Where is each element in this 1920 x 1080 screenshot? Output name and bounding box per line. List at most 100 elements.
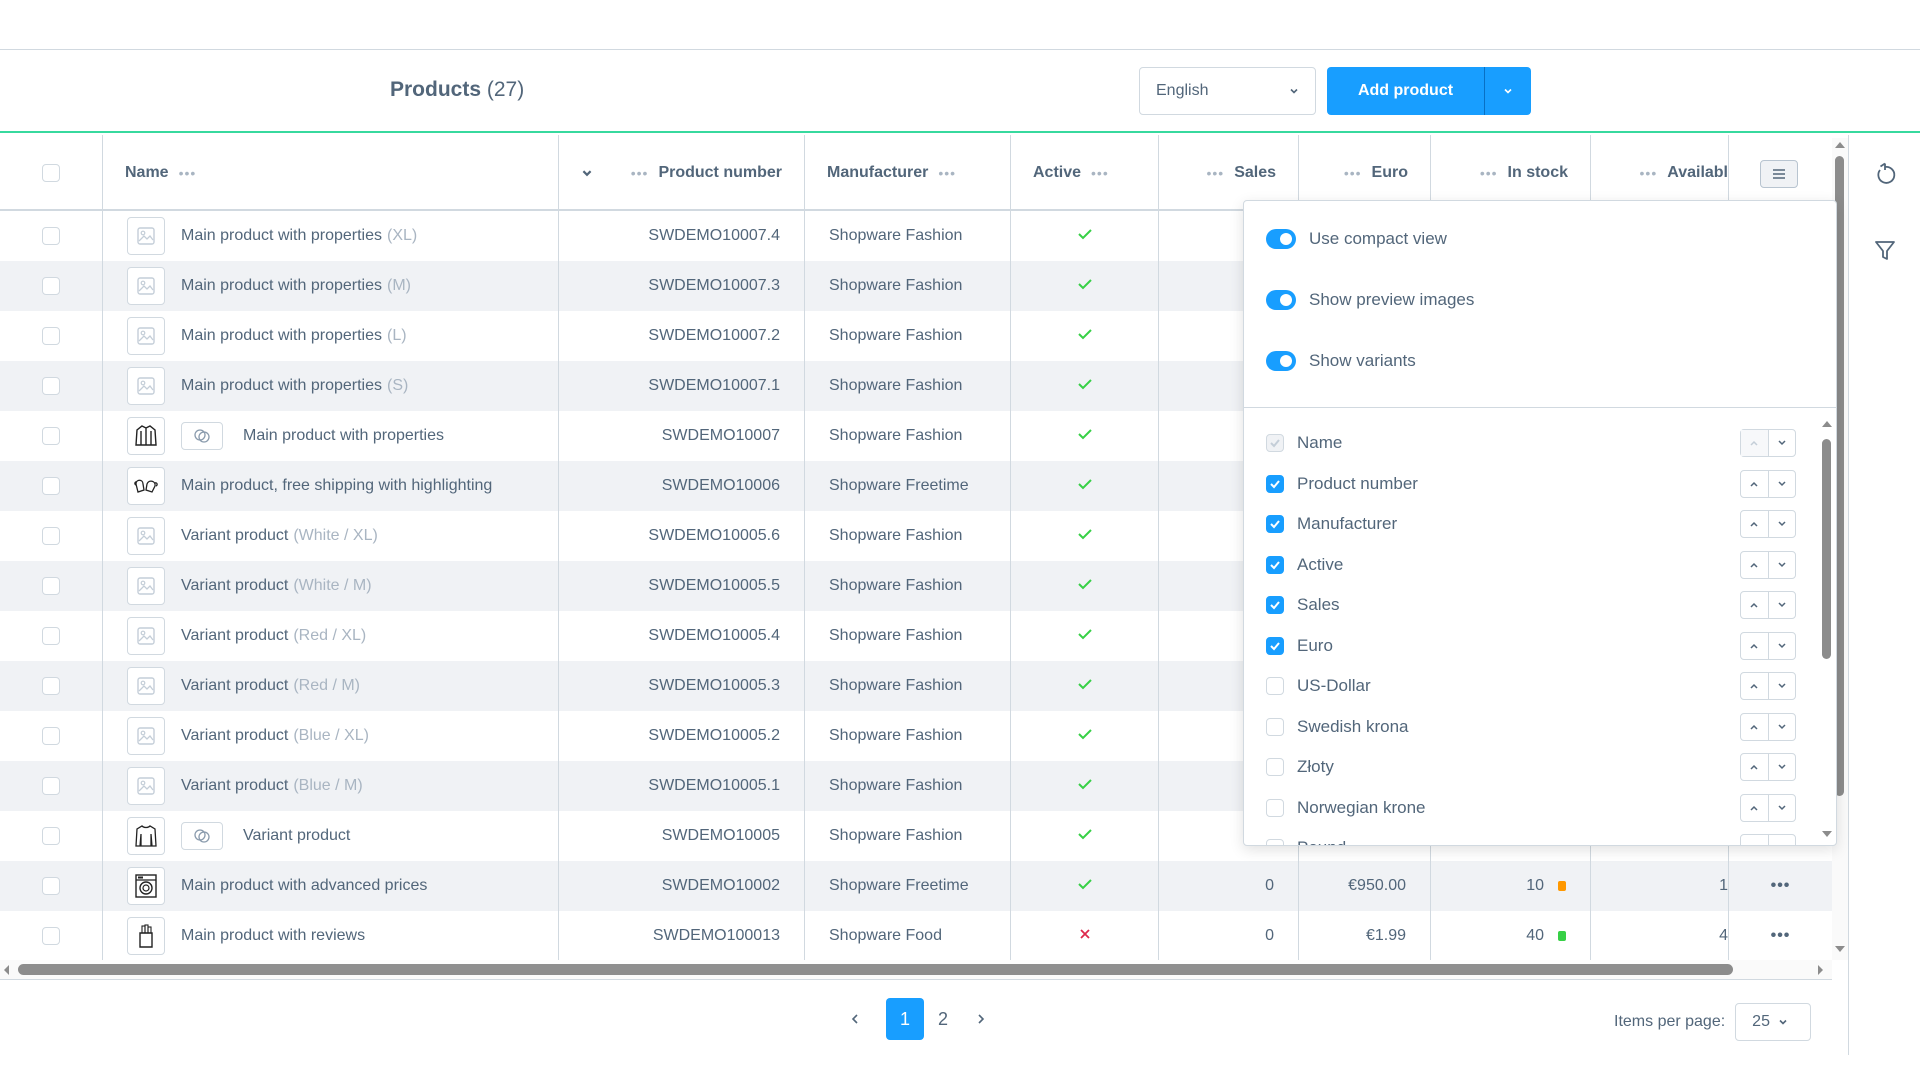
move-column-down-button[interactable] [1767,754,1796,780]
refresh-icon[interactable] [1873,162,1897,186]
row-checkbox[interactable] [42,727,60,745]
product-name-link[interactable]: Variant product [181,727,288,745]
sort-descending-icon[interactable] [581,167,593,179]
move-column-down-button[interactable] [1767,713,1796,740]
move-column-down-button[interactable] [1767,511,1796,537]
column-menu-icon[interactable]: ••• [1091,165,1109,181]
add-product-button[interactable]: Add product [1327,67,1484,115]
product-name-link[interactable]: Variant product [181,677,288,695]
column-list-scrollbar-thumb[interactable] [1822,439,1831,659]
move-column-up-button[interactable] [1741,835,1768,845]
add-product-dropdown-button[interactable] [1484,67,1531,115]
move-column-up-button[interactable] [1741,471,1768,497]
move-column-down-button[interactable] [1767,470,1796,497]
column-header-name[interactable]: Name ••• [102,135,558,211]
row-checkbox[interactable] [42,827,60,845]
product-name-link[interactable]: Main product with properties [181,277,382,295]
column-visibility-checkbox[interactable] [1266,636,1284,655]
next-page-button[interactable] [966,998,996,1040]
row-checkbox[interactable] [42,577,60,595]
column-visibility-checkbox[interactable] [1266,758,1284,776]
product-name-link[interactable]: Main product with properties [181,327,382,345]
column-visibility-checkbox[interactable] [1266,677,1284,695]
scroll-left-arrow-icon[interactable] [4,965,9,975]
product-name-link[interactable]: Main product with properties [181,227,382,245]
product-name-link[interactable]: Main product with advanced prices [181,877,427,895]
move-column-down-button[interactable] [1767,673,1796,699]
product-name-link[interactable]: Main product with properties [243,427,444,445]
horizontal-scrollbar-thumb[interactable] [18,964,1733,975]
row-checkbox[interactable] [42,677,60,695]
previous-page-button[interactable] [840,998,870,1040]
move-column-up-button[interactable] [1741,511,1768,537]
scroll-up-arrow-icon[interactable] [1822,421,1832,427]
move-column-up-button[interactable] [1741,714,1768,740]
column-header-active[interactable]: Active ••• [1010,135,1158,211]
product-name-link[interactable]: Variant product [181,627,288,645]
variants-icon[interactable] [181,422,223,450]
column-menu-icon[interactable]: ••• [1640,165,1658,181]
grid-settings-button[interactable] [1760,160,1798,188]
row-checkbox[interactable] [42,227,60,245]
column-visibility-checkbox[interactable] [1266,555,1284,574]
table-row[interactable]: Main product with advanced prices SWDEMO… [0,861,1832,911]
items-per-page-select[interactable]: 25 [1735,1003,1812,1041]
move-column-down-button[interactable] [1767,794,1796,821]
column-menu-icon[interactable]: ••• [938,165,956,181]
move-column-down-button[interactable] [1767,632,1796,659]
row-checkbox[interactable] [42,377,60,395]
move-column-down-button[interactable] [1767,592,1796,618]
row-checkbox[interactable] [42,777,60,795]
toggle-switch[interactable] [1266,290,1296,310]
column-visibility-checkbox[interactable] [1266,839,1284,845]
move-column-up-button[interactable] [1741,633,1768,659]
move-column-up-button[interactable] [1741,795,1768,821]
scroll-right-arrow-icon[interactable] [1818,965,1823,975]
row-checkbox[interactable] [42,527,60,545]
table-row[interactable]: Main product with reviews SWDEMO100013 S… [0,911,1832,961]
move-column-down-button[interactable] [1767,430,1796,456]
row-checkbox[interactable] [42,427,60,445]
column-list-scrollbar[interactable] [1822,421,1832,841]
row-checkbox[interactable] [42,877,60,895]
move-column-up-button[interactable] [1741,552,1768,578]
move-column-up-button[interactable] [1741,754,1768,780]
product-name-link[interactable]: Main product with properties [181,377,382,395]
row-checkbox[interactable] [42,277,60,295]
column-visibility-checkbox[interactable] [1266,596,1284,614]
move-column-up-button[interactable] [1741,592,1768,618]
more-actions-icon[interactable]: ••• [1771,877,1791,895]
scroll-down-arrow-icon[interactable] [1835,946,1845,952]
column-header-manufacturer[interactable]: Manufacturer ••• [804,135,1010,211]
column-visibility-checkbox[interactable] [1266,515,1284,533]
move-column-up-button[interactable] [1741,673,1768,699]
row-checkbox[interactable] [42,927,60,945]
column-visibility-checkbox[interactable] [1266,717,1284,736]
scroll-down-arrow-icon[interactable] [1822,831,1832,837]
horizontal-scrollbar[interactable] [0,960,1832,980]
column-menu-icon[interactable]: ••• [1344,165,1362,181]
toggle-switch[interactable] [1266,351,1296,371]
scroll-up-arrow-icon[interactable] [1835,142,1845,148]
column-visibility-checkbox[interactable] [1266,798,1284,817]
row-checkbox[interactable] [42,477,60,495]
select-all-checkbox[interactable] [42,164,60,182]
move-column-down-button[interactable] [1767,551,1796,578]
row-checkbox[interactable] [42,627,60,645]
language-switch[interactable]: English [1139,67,1316,115]
column-menu-icon[interactable]: ••• [1206,165,1224,181]
product-name-link[interactable]: Main product, free shipping with highlig… [181,477,492,495]
product-name-link[interactable]: Variant product [181,777,288,795]
more-actions-icon[interactable]: ••• [1771,927,1791,945]
product-name-link[interactable]: Main product with reviews [181,927,365,945]
column-menu-icon[interactable]: ••• [179,165,197,181]
row-checkbox[interactable] [42,327,60,345]
product-name-link[interactable]: Variant product [181,577,288,595]
page-button-1[interactable]: 1 [886,998,924,1040]
column-menu-icon[interactable]: ••• [1480,165,1498,181]
variants-icon[interactable] [181,822,223,850]
toggle-switch[interactable] [1266,229,1296,249]
page-button-2[interactable]: 2 [924,998,962,1040]
filter-icon[interactable] [1873,238,1897,262]
column-visibility-checkbox[interactable] [1266,474,1284,493]
